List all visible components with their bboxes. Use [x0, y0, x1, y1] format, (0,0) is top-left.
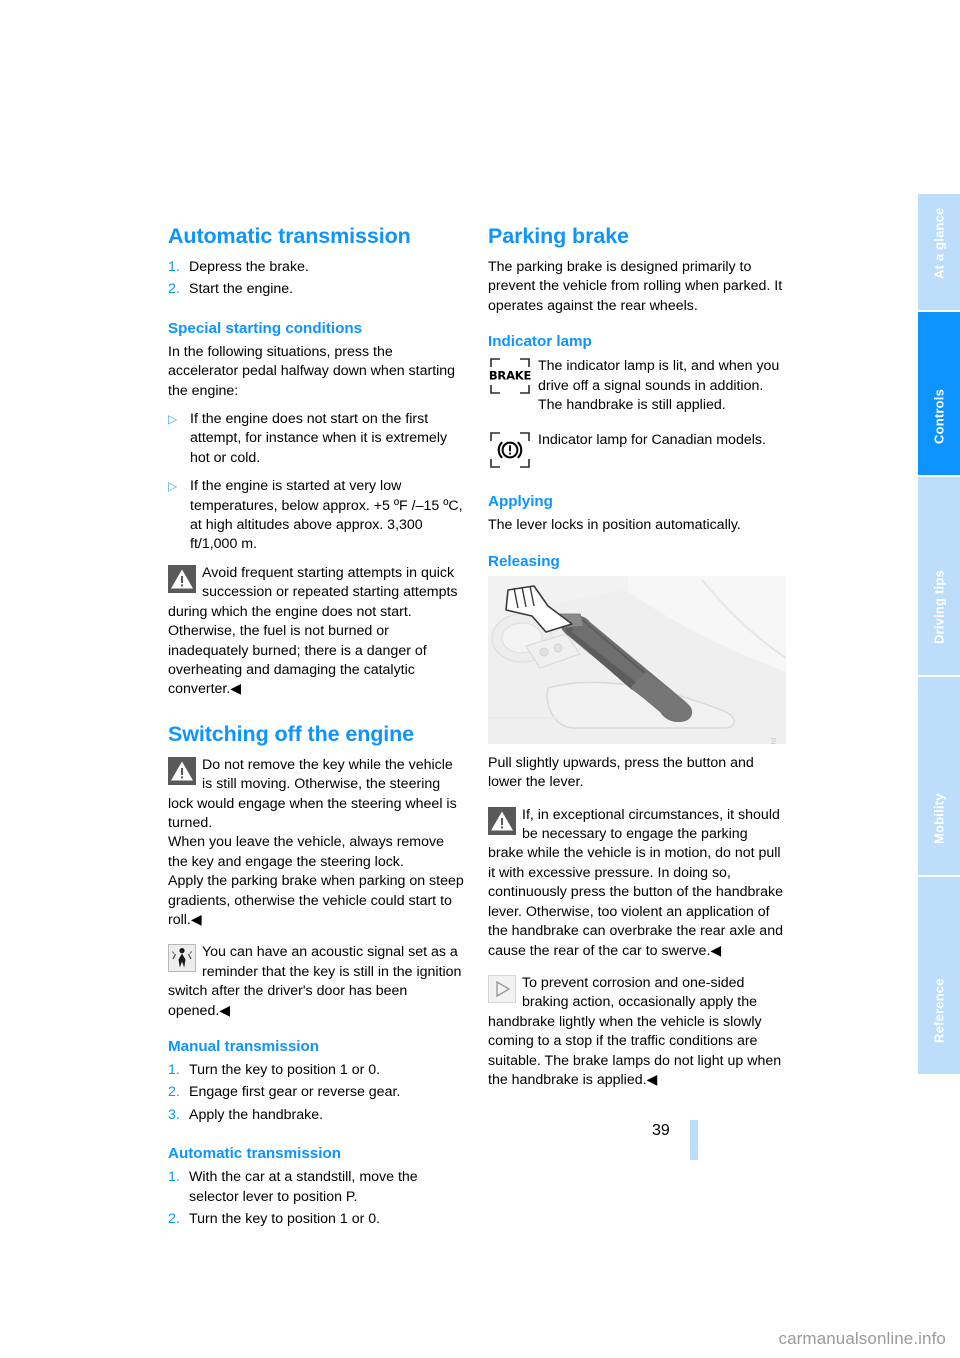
heading-automatic-transmission-stop: Automatic transmission — [168, 1145, 342, 1163]
warning-triangle-icon — [488, 806, 516, 835]
heading-manual-transmission: Manual transmission — [168, 1038, 320, 1055]
indicator-lamp-canada-text: Indicator lamp for Canadian models. — [538, 432, 766, 449]
list-item: 1. Depress the brake. — [168, 258, 466, 277]
step-number: 2. — [168, 1084, 180, 1101]
watermark: carmanualsonline.info — [778, 1329, 946, 1348]
tab-label: Driving tips — [931, 570, 947, 644]
step-number: 2. — [168, 281, 180, 298]
manual-page: At a glance Controls Driving tips Mobili… — [0, 0, 960, 1358]
special-starting-bullets: ▷ If the engine does not start on the fi… — [168, 410, 466, 555]
step-number: 3. — [168, 1106, 180, 1123]
warning-triangle-icon — [168, 564, 196, 593]
bullet-text: If the engine is started at very low tem… — [190, 478, 463, 553]
steps-automatic-transmission-start: 1. Depress the brake. 2. Start the engin… — [168, 258, 466, 300]
heading-automatic-transmission-start: Automatic transmission — [168, 224, 411, 248]
step-text: With the car at a standstill, move the s… — [189, 1169, 418, 1205]
warning-triangle-icon — [168, 756, 196, 785]
left-column: Automatic transmission 1. Depress the br… — [168, 224, 466, 1232]
applying-text: The lever locks in position automaticall… — [488, 517, 741, 534]
handbrake-lever-illustration: MW5151CMd — [488, 575, 786, 744]
figure-code: MW5151CMd — [764, 738, 783, 744]
parking-brake-intro: The parking brake is designed primarily … — [488, 259, 783, 314]
page-number: 39 — [652, 1122, 670, 1139]
list-item: ▷ If the engine is started at very low t… — [168, 477, 466, 555]
brake-warning-circle-icon — [488, 430, 532, 470]
step-number: 1. — [168, 259, 180, 275]
brake-lamp-label: BRAKE — [488, 368, 532, 383]
tab-label: Mobility — [931, 793, 947, 844]
bullet-text: If the engine does not start on the firs… — [190, 411, 448, 466]
info-note-acoustic-signal: You can have an acoustic signal set as a… — [168, 943, 466, 1021]
triangle-bullet-icon: ▷ — [168, 479, 178, 494]
heading-releasing: Releasing — [488, 552, 560, 570]
list-item: 2. Turn the key to position 1 or 0. — [168, 1210, 466, 1229]
heading-switching-off-the-engine: Switching off the engine — [168, 721, 415, 746]
page-marker-bar — [690, 1120, 698, 1160]
step-text: Apply the handbrake. — [189, 1106, 324, 1123]
step-number: 1. — [168, 1169, 180, 1186]
tip-text: To prevent corrosion and one-sided braki… — [488, 974, 782, 1088]
tab-label: Reference — [931, 978, 947, 1043]
step-text: Depress the brake. — [189, 259, 309, 275]
steps-automatic-transmission-stop: 1. With the car at a standstill, move th… — [168, 1168, 466, 1229]
list-item: 2. Start the engine. — [168, 280, 466, 299]
tab-label: At a glance — [931, 207, 947, 279]
warning-text: Avoid frequent starting attempts in quic… — [168, 564, 458, 698]
step-number: 1. — [168, 1062, 180, 1078]
indicator-lamp-brake-row: BRAKE The indicator lamp is lit, and whe… — [488, 356, 786, 415]
tip-triangle-icon — [488, 974, 516, 1003]
tab-driving-tips[interactable]: Driving tips — [918, 477, 960, 677]
special-starting-intro: In the following situations, press the a… — [168, 343, 456, 399]
warning-note-handbrake-in-motion: If, in exceptional circumstances, it sho… — [488, 806, 786, 961]
warning-text: If, in exceptional circumstances, it sho… — [488, 806, 783, 959]
step-text: Start the engine. — [189, 281, 294, 298]
tab-reference[interactable]: Reference — [918, 877, 960, 1074]
tip-note-prevent-corrosion: To prevent corrosion and one-sided braki… — [488, 974, 786, 1090]
steps-manual-transmission: 1. Turn the key to position 1 or 0. 2. E… — [168, 1061, 466, 1125]
tab-label: Controls — [931, 388, 947, 444]
list-item: 3. Apply the handbrake. — [168, 1106, 466, 1125]
warning-note-remove-key: Do not remove the key while the vehicle … — [168, 756, 466, 931]
step-number: 2. — [168, 1211, 180, 1228]
tab-mobility[interactable]: Mobility — [918, 677, 960, 877]
heading-parking-brake: Parking brake — [488, 224, 629, 248]
heading-special-starting-conditions: Special starting conditions — [168, 319, 363, 337]
heading-applying: Applying — [488, 493, 553, 511]
list-item: ▷ If the engine does not start on the fi… — [168, 410, 466, 468]
warning-note-starting-attempts: Avoid frequent starting attempts in quic… — [168, 564, 466, 700]
list-item: 1. With the car at a standstill, move th… — [168, 1168, 466, 1207]
indicator-lamp-brake-text: The indicator lamp is lit, and when you … — [538, 358, 780, 414]
releasing-caption: Pull slightly upwards, press the button … — [488, 754, 754, 791]
list-item: 1. Turn the key to position 1 or 0. — [168, 1061, 466, 1080]
triangle-bullet-icon: ▷ — [168, 412, 178, 427]
warning-text: Do not remove the key while the vehicle … — [168, 756, 464, 928]
step-text: Turn the key to position 1 or 0. — [189, 1211, 381, 1228]
heading-indicator-lamp: Indicator lamp — [488, 333, 592, 351]
right-column: Parking brake The parking brake is desig… — [488, 224, 786, 1090]
indicator-lamp-canada-row: Indicator lamp for Canadian models. — [488, 430, 786, 470]
list-item: 2. Engage first gear or reverse gear. — [168, 1083, 466, 1102]
brake-indicator-lamp-icon: BRAKE — [488, 356, 532, 396]
person-door-open-icon — [168, 944, 196, 973]
section-tab-rail: At a glance Controls Driving tips Mobili… — [918, 194, 960, 1174]
tab-at-a-glance[interactable]: At a glance — [918, 194, 960, 312]
step-text: Turn the key to position 1 or 0. — [189, 1062, 381, 1078]
tab-controls[interactable]: Controls — [918, 312, 960, 477]
note-text: You can have an acoustic signal set as a… — [168, 944, 462, 1019]
step-text: Engage first gear or reverse gear. — [189, 1084, 401, 1101]
